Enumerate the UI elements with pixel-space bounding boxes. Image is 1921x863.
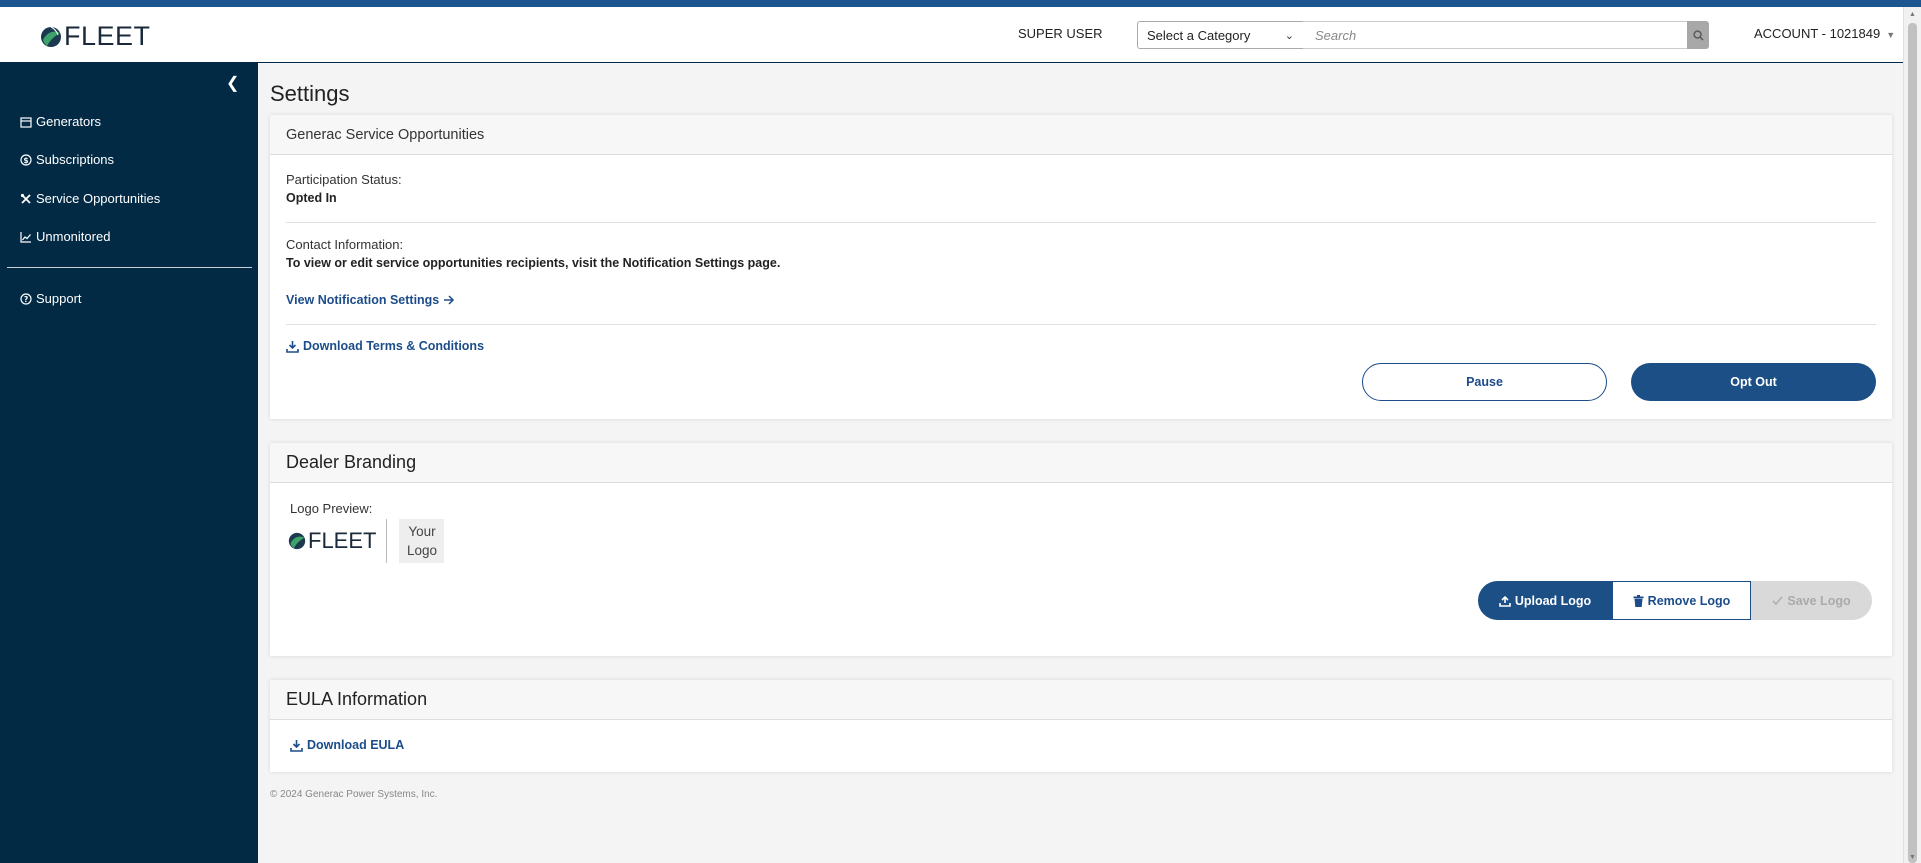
sidebar: ❮ Generators $ Subscriptions Service Opp… — [0, 63, 258, 863]
sidebar-divider — [7, 267, 252, 268]
download-eula-link[interactable]: Download EULA — [290, 738, 404, 752]
search-button[interactable] — [1687, 21, 1709, 49]
pause-button[interactable]: Pause — [1362, 363, 1607, 401]
logo-preview-label: Logo Preview: — [290, 501, 373, 516]
search-input[interactable]: Search — [1303, 21, 1688, 49]
question-circle-icon: ? — [20, 292, 32, 305]
button-label: Upload Logo — [1514, 593, 1592, 608]
dollar-circle-icon: $ — [20, 153, 32, 166]
chevron-down-icon: ⌄ — [1284, 29, 1294, 42]
button-label: Remove Logo — [1647, 593, 1731, 608]
link-label: View Notification Settings — [286, 293, 440, 307]
logo-text: FLEET — [64, 21, 151, 51]
download-terms-link[interactable]: Download Terms & Conditions — [286, 339, 484, 353]
contact-information-text: To view or edit service opportunities re… — [286, 256, 781, 270]
participation-status-value: Opted In — [286, 191, 337, 205]
eula-information-card: EULA Information Download EULA — [270, 680, 1892, 772]
calendar-icon — [20, 116, 32, 128]
service-opportunities-card: Generac Service Opportunities Participat… — [270, 115, 1892, 419]
fleet-logo[interactable]: FLEET — [40, 21, 151, 52]
logo-button-group: Upload Logo Remove Logo Save Logo — [1478, 581, 1872, 620]
sidebar-item-label: Generators — [36, 114, 102, 129]
card-title: EULA Information — [270, 680, 1892, 720]
search-icon — [1692, 29, 1704, 41]
download-icon — [290, 739, 303, 752]
contact-information-label: Contact Information: — [286, 237, 404, 252]
footer-copyright: © 2024 Generac Power Systems, Inc. — [270, 789, 438, 800]
arrow-right-icon — [444, 295, 455, 305]
sidebar-item-subscriptions[interactable]: $ Subscriptions — [20, 152, 114, 167]
logo-preview: FLEET Your Logo — [288, 519, 445, 563]
svg-text:$: $ — [23, 155, 28, 164]
sidebar-item-unmonitored[interactable]: Unmonitored — [20, 229, 110, 244]
sidebar-item-label: Support — [36, 291, 82, 306]
chart-line-icon — [20, 231, 31, 243]
caret-down-icon: ▼ — [1886, 30, 1896, 40]
sidebar-item-service-opportunities[interactable]: Service Opportunities — [20, 191, 160, 206]
opt-out-button[interactable]: Opt Out — [1631, 363, 1876, 401]
svg-text:?: ? — [24, 294, 28, 303]
dealer-branding-card: Dealer Branding Logo Preview: FLEET Your… — [270, 443, 1892, 656]
category-select-value: Select a Category — [1147, 27, 1251, 43]
section-divider — [286, 222, 1876, 223]
link-label: Download EULA — [307, 738, 405, 752]
download-icon — [286, 340, 299, 353]
scrollbar-thumb[interactable] — [1908, 23, 1917, 863]
upload-logo-button[interactable]: Upload Logo — [1478, 581, 1612, 620]
sidebar-item-label: Unmonitored — [36, 229, 111, 244]
globe-logo-icon — [41, 26, 61, 47]
scroll-up-icon[interactable]: ▲ — [1909, 11, 1916, 18]
sidebar-item-generators[interactable]: Generators — [20, 114, 101, 129]
save-logo-button[interactable]: Save Logo — [1751, 581, 1872, 620]
link-label: Download Terms & Conditions — [303, 339, 485, 353]
view-notification-settings-link[interactable]: View Notification Settings — [286, 293, 455, 307]
tools-icon — [20, 193, 31, 204]
top-accent-bar — [0, 0, 1921, 7]
sidebar-item-support[interactable]: ? Support — [20, 291, 82, 306]
sidebar-item-label: Subscriptions — [36, 152, 115, 167]
remove-logo-button[interactable]: Remove Logo — [1612, 581, 1751, 620]
vertical-scrollbar[interactable]: ▲ ▼ — [1903, 7, 1921, 863]
check-icon — [1772, 595, 1783, 605]
top-header: FLEET SUPER USER Select a Category ⌄ Sea… — [0, 7, 1903, 63]
account-label: ACCOUNT - 1021849 — [1754, 26, 1881, 41]
card-title: Generac Service Opportunities — [270, 115, 1892, 155]
preview-logo-text: FLEET — [308, 528, 377, 553]
globe-logo-icon — [288, 532, 306, 550]
button-label: Save Logo — [1787, 593, 1851, 608]
page-title: Settings — [270, 81, 350, 106]
section-divider — [286, 324, 1876, 325]
logo-separator — [386, 519, 388, 563]
sidebar-item-label: Service Opportunities — [36, 191, 161, 206]
user-role-label: SUPER USER — [1018, 26, 1103, 41]
your-logo-placeholder: Your Logo — [399, 519, 445, 563]
participation-status-label: Participation Status: — [286, 172, 402, 187]
category-select[interactable]: Select a Category ⌄ — [1137, 21, 1304, 49]
card-title: Dealer Branding — [270, 443, 1892, 483]
upload-icon — [1499, 595, 1511, 607]
trash-icon — [1633, 594, 1644, 607]
account-dropdown[interactable]: ACCOUNT - 1021849 ▼ — [1754, 26, 1895, 41]
scroll-down-icon[interactable]: ▼ — [1909, 854, 1916, 861]
collapse-sidebar-icon[interactable]: ❮ — [226, 73, 239, 93]
